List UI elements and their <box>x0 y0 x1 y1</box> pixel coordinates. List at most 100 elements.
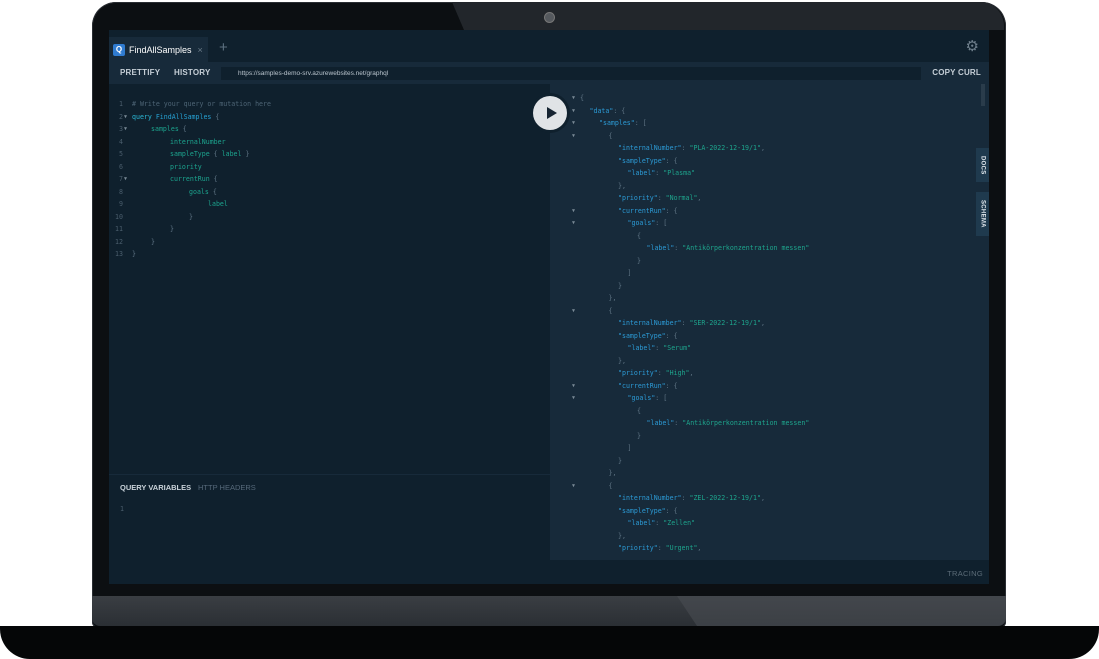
tab-find-all-samples[interactable]: Q FindAllSamples × <box>109 37 208 62</box>
endpoint-url-input[interactable]: https://samples-demo-srv.azurewebsites.n… <box>221 67 921 80</box>
tab-bar: Q FindAllSamples × + ⚙ <box>109 30 989 62</box>
lid-reflection <box>452 2 1004 30</box>
triangle-down-icon[interactable]: ▼ <box>572 380 575 393</box>
line-number: 10 <box>115 212 123 221</box>
triangle-down-icon[interactable]: ▼ <box>572 117 575 130</box>
triangle-down-icon[interactable]: ▼ <box>572 217 575 230</box>
triangle-down-icon[interactable]: ▼ <box>572 305 575 318</box>
code-line: "currentRun": { <box>618 206 678 215</box>
laptop-base <box>0 626 1099 659</box>
copy-curl-button[interactable]: COPY CURL <box>926 66 987 80</box>
base-reflection <box>677 596 1006 626</box>
code-line: "goals": [ <box>627 394 668 402</box>
code-line: "label": "Antikörperkonzentration messen… <box>646 419 810 427</box>
variables-editor[interactable]: 1 <box>109 498 550 560</box>
code-line: currentRun { <box>170 175 218 183</box>
code-line: } <box>637 431 641 440</box>
line-number: 12 <box>115 237 123 246</box>
code-line: ] <box>627 444 632 452</box>
code-line: { <box>608 481 613 490</box>
code-line: "currentRun": { <box>618 381 678 390</box>
code-line: "label": "Antikörperkonzentration messen… <box>646 244 810 252</box>
triangle-down-icon[interactable]: ▼ <box>572 92 575 105</box>
code-line: } <box>618 456 622 465</box>
code-line: "internalNumber": "ZEL-2022-12-19/1", <box>618 494 765 502</box>
line-number: 4 <box>119 137 123 146</box>
code-line: } <box>189 212 193 221</box>
history-button[interactable]: HISTORY <box>168 66 217 80</box>
code-line: { <box>637 231 641 240</box>
code-line: "sampleType": { <box>618 156 678 165</box>
gear-icon[interactable]: ⚙ <box>966 37 979 55</box>
http-headers-tab[interactable]: HTTP HEADERS <box>198 483 256 492</box>
code-line: "data": { <box>589 106 626 115</box>
code-line: }, <box>608 469 617 477</box>
line-number: 9 <box>119 200 123 208</box>
play-icon <box>546 107 557 119</box>
code-line: { <box>637 406 641 415</box>
code-line: "goals": [ <box>627 219 668 227</box>
code-line: }, <box>618 356 626 365</box>
code-line: "internalNumber": "PLA-2022-12-19/1", <box>618 144 765 152</box>
code-line: } <box>618 281 622 290</box>
variables-panel-header: QUERY VARIABLES HTTP HEADERS <box>109 474 550 499</box>
code-line: samples { <box>151 125 187 133</box>
triangle-down-icon[interactable]: ▼ <box>124 111 127 124</box>
result-scrollbar[interactable] <box>981 84 985 106</box>
code-line: }, <box>618 181 626 190</box>
code-line: "label": "Zellen" <box>627 519 696 527</box>
query-editor[interactable]: 1 # Write your query or mutation here 2 ▼ qu… <box>109 84 550 474</box>
schema-tab[interactable]: SCHEMA <box>976 192 989 236</box>
tab-title: FindAllSamples <box>129 44 192 55</box>
tracing-button[interactable]: TRACING <box>947 569 983 578</box>
code-line: query FindAllSamples { <box>132 112 220 121</box>
close-icon[interactable]: × <box>198 45 203 55</box>
laptop-base-top <box>92 596 1006 626</box>
line-number: 1 <box>120 505 124 513</box>
line-number: 5 <box>119 150 123 158</box>
code-line: ] <box>627 269 632 277</box>
code-line: label <box>208 200 228 208</box>
code-line: "sampleType": { <box>618 506 678 515</box>
footer: TRACING <box>109 560 989 584</box>
triangle-down-icon[interactable]: ▼ <box>572 130 575 143</box>
webcam <box>544 12 555 23</box>
add-tab-icon[interactable]: + <box>219 39 228 57</box>
execute-query-button[interactable] <box>533 96 567 130</box>
code-line: { <box>580 94 584 102</box>
code-line: } <box>151 237 155 246</box>
code-line: "label": "Plasma" <box>627 169 696 177</box>
line-number: 13 <box>115 250 123 258</box>
code-line: "label": "Serum" <box>627 344 692 352</box>
line-number: 2 <box>119 112 123 121</box>
line-number: 3 <box>119 125 123 133</box>
code-line: "priority": "Normal", <box>618 194 702 202</box>
triangle-down-icon[interactable]: ▼ <box>572 480 575 493</box>
prettify-button[interactable]: PRETTIFY <box>114 66 166 80</box>
line-number: 6 <box>119 162 123 171</box>
code-line: "samples": [ <box>599 119 647 127</box>
graphql-playground: Q FindAllSamples × + ⚙ PRETTIFY HISTORY … <box>109 30 989 584</box>
triangle-down-icon[interactable]: ▼ <box>124 123 127 136</box>
toolbar: PRETTIFY HISTORY https://samples-demo-sr… <box>109 62 989 84</box>
code-line: "internalNumber": "SER-2022-12-19/1", <box>618 319 765 327</box>
code-line: "priority": "Urgent", <box>618 544 702 552</box>
line-number: 8 <box>119 187 123 196</box>
triangle-down-icon[interactable]: ▼ <box>572 392 575 405</box>
docs-tab[interactable]: DOCS <box>976 148 989 182</box>
code-line: "sampleType": { <box>618 331 678 340</box>
query-variables-tab[interactable]: QUERY VARIABLES <box>120 483 191 492</box>
result-viewer[interactable]: ▼ { ▼ "data": { ▼ "samples": [ ▼ { "internalNumb… <box>550 84 975 560</box>
triangle-down-icon[interactable]: ▼ <box>124 173 127 186</box>
triangle-down-icon[interactable]: ▼ <box>572 205 575 218</box>
code-line: "priority": "High", <box>618 369 694 377</box>
graphql-logo-icon: Q <box>113 43 125 56</box>
code-line: } <box>170 225 174 233</box>
triangle-down-icon[interactable]: ▼ <box>572 105 575 118</box>
line-number: 7 <box>119 175 123 183</box>
code-line: internalNumber <box>170 137 226 146</box>
code-line: } <box>132 250 136 258</box>
code-line: goals { <box>189 187 217 196</box>
code-line: { <box>608 306 613 315</box>
code-line: } <box>637 256 641 265</box>
